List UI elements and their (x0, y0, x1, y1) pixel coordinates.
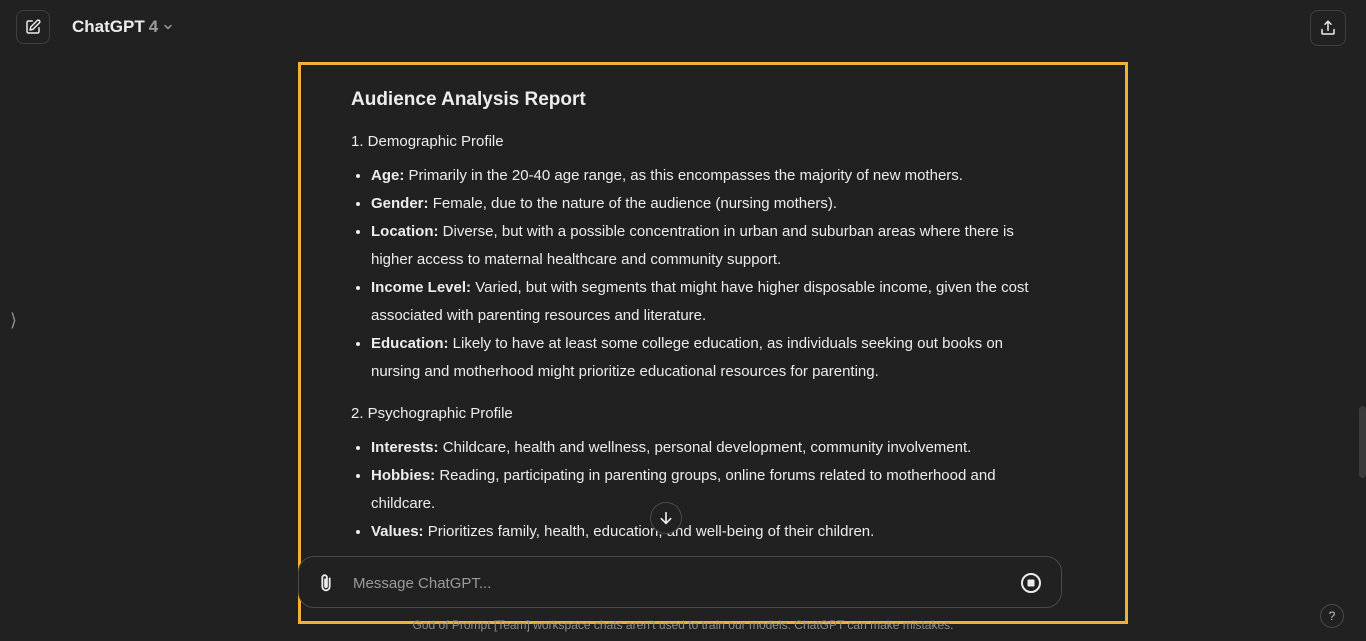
chevron-down-icon (164, 24, 172, 30)
model-selector[interactable]: ChatGPT 4 (72, 17, 174, 37)
chevron-right-icon[interactable]: ⟩ (10, 308, 17, 332)
message-input[interactable] (351, 567, 995, 599)
paperclip-icon (321, 574, 331, 592)
message-composer (298, 556, 1062, 608)
attach-button[interactable] (315, 571, 337, 595)
new-chat-button[interactable] (16, 10, 50, 44)
share-upload-icon (1321, 20, 1335, 35)
disclaimer-text: God of Prompt [Team] workspace chats are… (412, 618, 954, 632)
chatgpt-window: ChatGPT 4 ⟩ Audience Analysis Report 1. … (0, 0, 1366, 641)
help-button[interactable]: ? (1320, 604, 1344, 628)
model-name: ChatGPT (72, 17, 145, 36)
stop-generating-button[interactable] (1019, 571, 1043, 595)
stop-circle-icon (1021, 573, 1041, 593)
model-version: 4 (148, 17, 159, 36)
pencil-square-icon (26, 19, 41, 34)
highlight-frame (298, 62, 1128, 624)
share-button[interactable] (1310, 10, 1346, 46)
scrollbar-thumb[interactable] (1359, 406, 1366, 478)
